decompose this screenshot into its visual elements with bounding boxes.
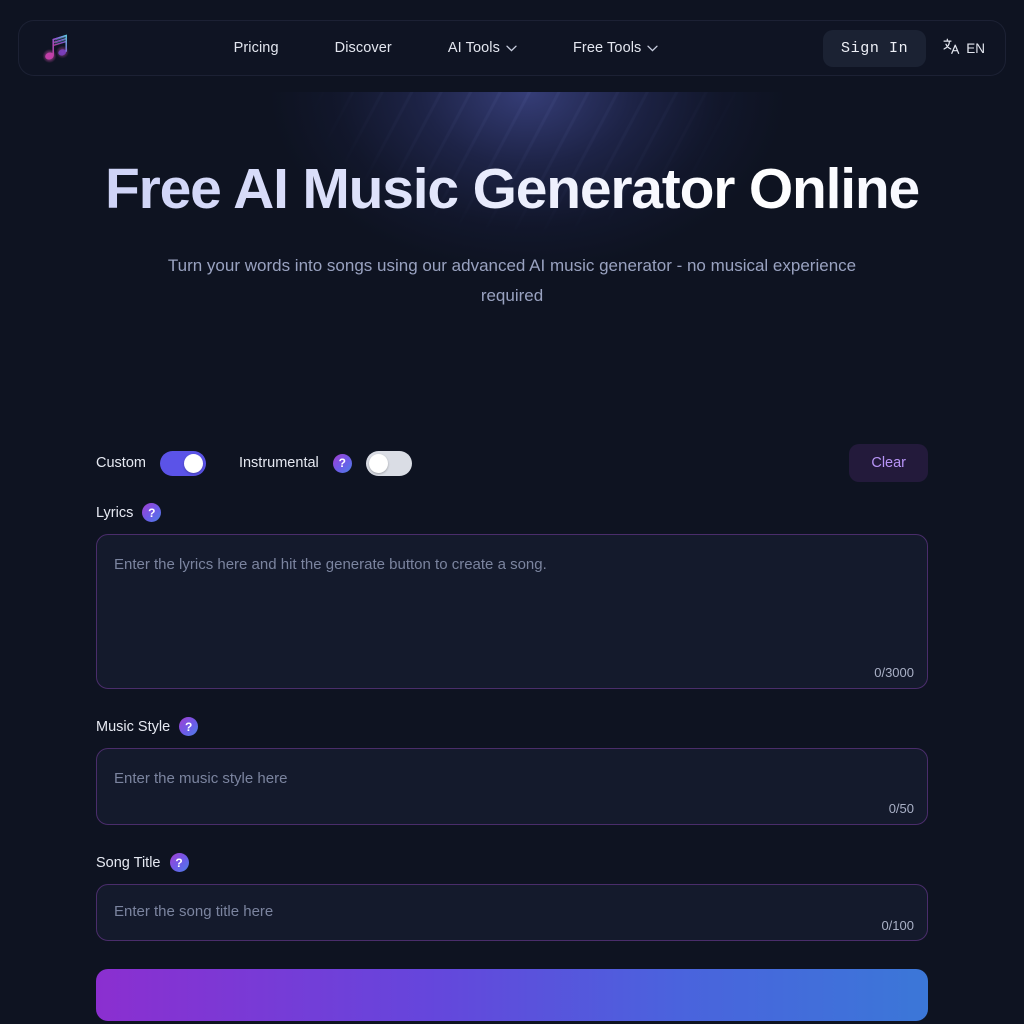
nav-link-label: AI Tools <box>447 40 500 56</box>
page-title: Free AI Music Generator Online <box>0 159 1024 220</box>
song-title-placeholder: Enter the song title here <box>114 903 274 921</box>
nav-right-group: Sign In EN <box>823 29 993 67</box>
nav-links: Pricing Discover AI Tools Free Tools <box>69 40 823 56</box>
translate-icon <box>942 37 961 59</box>
music-style-label-row: Music Style ? <box>96 717 928 737</box>
lyrics-input[interactable]: Enter the lyrics here and hit the genera… <box>96 534 928 690</box>
page-subtitle: Turn your words into songs using our adv… <box>167 256 857 306</box>
nav-link-label: Discover <box>334 40 392 56</box>
generator-form: Custom Instrumental ? Clear Lyrics ? Ent… <box>96 311 928 1024</box>
song-title-counter: 0/100 <box>881 918 914 934</box>
toggle-knob <box>183 453 203 473</box>
chevron-down-icon <box>647 40 659 56</box>
nav-link-label: Pricing <box>233 40 279 56</box>
chevron-down-icon <box>506 40 517 56</box>
nav-link-pricing[interactable]: Pricing <box>234 40 279 56</box>
toggle-knob <box>368 453 388 473</box>
instrumental-label: Instrumental <box>238 455 319 472</box>
clear-button[interactable]: Clear <box>849 444 928 483</box>
nav-link-label: Free Tools <box>572 40 642 56</box>
custom-label: Custom <box>96 455 146 472</box>
music-style-help-icon[interactable]: ? <box>179 717 199 737</box>
instrumental-toggle[interactable] <box>365 450 412 476</box>
music-style-input[interactable]: Enter the music style here 0/50 <box>96 748 928 826</box>
song-title-help-icon[interactable]: ? <box>169 853 189 873</box>
instrumental-toggle-group: Instrumental ? <box>238 450 412 476</box>
sign-in-button[interactable]: Sign In <box>823 29 927 67</box>
music-style-label: Music Style <box>96 718 171 735</box>
custom-toggle[interactable] <box>159 450 206 476</box>
lyrics-label: Lyrics <box>96 504 134 521</box>
language-code-label: EN <box>966 40 985 56</box>
hero-section: Free AI Music Generator Online Turn your… <box>0 76 1024 311</box>
lyrics-placeholder: Enter the lyrics here and hit the genera… <box>114 556 547 574</box>
custom-toggle-group: Custom <box>96 450 206 476</box>
song-title-label-row: Song Title ? <box>96 853 928 873</box>
music-style-placeholder: Enter the music style here <box>114 770 288 788</box>
language-selector[interactable]: EN <box>934 31 993 65</box>
generate-button[interactable] <box>96 969 928 1022</box>
music-style-counter: 0/50 <box>888 801 914 817</box>
lyrics-help-icon[interactable]: ? <box>142 503 162 523</box>
top-navigation-bar: Pricing Discover AI Tools Free Tools Sig… <box>18 20 1006 76</box>
nav-link-free-tools[interactable]: Free Tools <box>572 40 659 56</box>
instrumental-help-icon[interactable]: ? <box>332 453 352 473</box>
lyrics-label-row: Lyrics ? <box>96 503 928 523</box>
song-title-input[interactable]: Enter the song title here 0/100 <box>96 884 928 942</box>
lyrics-counter: 0/3000 <box>874 665 914 681</box>
nav-link-discover[interactable]: Discover <box>335 40 392 56</box>
nav-link-ai-tools[interactable]: AI Tools <box>448 40 517 56</box>
song-title-label: Song Title <box>96 854 161 871</box>
toggle-row: Custom Instrumental ? Clear <box>96 443 928 483</box>
